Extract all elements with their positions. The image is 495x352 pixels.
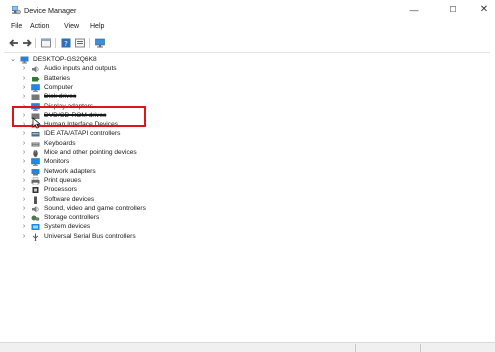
mouse-cursor-icon (32, 117, 41, 129)
software-icon (34, 196, 37, 204)
show-hidden-icon[interactable] (74, 37, 86, 49)
menu-bar: File Action View Help (0, 20, 495, 34)
computer-icon (31, 84, 40, 92)
status-divider (420, 344, 421, 352)
disk-icon (31, 94, 40, 101)
chevron-right-icon[interactable]: › (20, 232, 28, 242)
title-bar: Device Manager — ☐ ✕ (0, 0, 495, 20)
status-bar (0, 342, 495, 352)
processor-icon (32, 187, 39, 194)
usb-icon (32, 233, 39, 241)
close-button[interactable]: ✕ (470, 0, 495, 20)
menu-view[interactable]: View (64, 23, 79, 30)
monitor-icon (31, 158, 40, 167)
menu-help[interactable]: Help (90, 23, 104, 30)
ide-icon (31, 132, 40, 137)
maximize-button[interactable]: ☐ (439, 0, 467, 20)
speaker-icon (32, 66, 39, 73)
tree-item-universal-serial-bus-controllers[interactable]: › Universal Serial Bus controllers (20, 232, 320, 242)
menu-file[interactable]: File (11, 23, 22, 30)
minimize-button[interactable]: — (400, 0, 428, 20)
mouse-icon (33, 150, 38, 157)
toolbar-separator (55, 38, 56, 48)
window-title: Device Manager (24, 6, 77, 15)
toolbar: ? (0, 35, 495, 51)
properties-icon[interactable] (40, 37, 52, 49)
computer-icon (20, 56, 29, 64)
help-icon[interactable]: ? (60, 37, 72, 49)
sound-icon (32, 205, 39, 213)
status-divider (355, 344, 356, 352)
toolbar-separator (35, 38, 36, 48)
storage-icon (31, 215, 40, 221)
menu-action[interactable]: Action (30, 23, 49, 30)
keyboard-icon (31, 142, 40, 147)
monitor-icon[interactable] (94, 37, 106, 49)
svg-text:?: ? (64, 40, 68, 48)
chevron-down-icon[interactable]: ⌄ (9, 55, 17, 65)
tree-item-label: Universal Serial Bus controllers (44, 232, 136, 240)
network-icon (31, 168, 40, 176)
printer-icon (31, 177, 40, 185)
system-icon (31, 224, 40, 231)
battery-icon (32, 76, 40, 82)
toolbar-separator (89, 38, 90, 48)
forward-icon[interactable] (21, 37, 33, 49)
back-icon[interactable] (8, 37, 20, 49)
device-manager-app-icon (12, 6, 21, 15)
